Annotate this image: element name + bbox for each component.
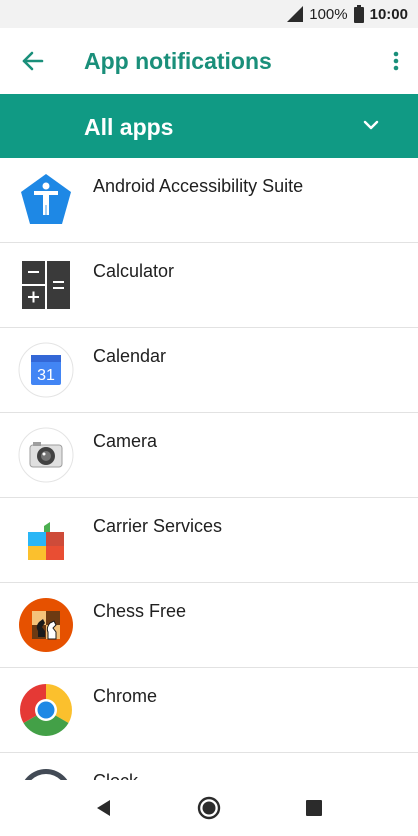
battery-percent: 100% [309,5,348,23]
nav-home-button[interactable] [195,794,223,822]
calculator-icon [20,259,72,311]
app-name: Chess Free [93,601,187,621]
system-navigation-bar [0,780,418,836]
app-filter-dropdown[interactable]: All apps [0,94,418,158]
list-item-chrome[interactable]: Chrome [0,668,418,753]
list-item-camera[interactable]: Camera [0,413,418,498]
list-item-calculator[interactable]: Calculator [0,243,418,328]
list-item-chess-free[interactable]: Chess Free [0,583,418,668]
nav-back-button[interactable] [90,794,118,822]
chess-free-icon [19,598,73,652]
page-title: App notifications [84,48,272,74]
home-icon [197,796,221,820]
nav-recents-button[interactable] [300,794,328,822]
carrier-services-icon [28,522,64,560]
chevron-down-icon [363,120,379,130]
signal-icon [287,6,304,22]
more-options-button[interactable] [388,46,404,76]
app-name: Calculator [93,261,175,281]
back-icon [97,800,110,816]
back-button[interactable] [18,46,48,76]
list-item-calendar[interactable]: 31 Calendar [0,328,418,413]
more-vert-icon [393,51,399,71]
arrow-back-icon [22,51,44,71]
status-time: 10:00 [369,5,408,23]
camera-icon [18,427,74,483]
app-name: Carrier Services [93,516,223,536]
app-name: Camera [93,431,158,451]
calendar-date-text: 31 [37,367,55,384]
status-bar: 100% 10:00 [0,0,418,28]
app-bar: App notifications [0,28,418,94]
accessibility-suite-icon [21,174,71,224]
list-item-clock[interactable]: Clock [0,753,418,780]
list-item-accessibility-suite[interactable]: Android Accessibility Suite [0,158,418,243]
recents-icon [306,800,322,816]
calendar-icon: 31 [18,342,74,398]
filter-selected-label: All apps [84,114,174,140]
status-indicators: 100% 10:00 [287,0,408,28]
app-list: Android Accessibility Suite Calculator 3… [0,158,418,780]
clock-icon [24,769,68,780]
battery-icon [353,5,364,23]
app-name: Android Accessibility Suite [93,176,304,196]
list-item-carrier-services[interactable]: Carrier Services [0,498,418,583]
chrome-icon [20,684,72,736]
app-name: Chrome [93,686,158,706]
app-name: Calendar [93,346,167,366]
app-name: Clock [93,771,138,780]
